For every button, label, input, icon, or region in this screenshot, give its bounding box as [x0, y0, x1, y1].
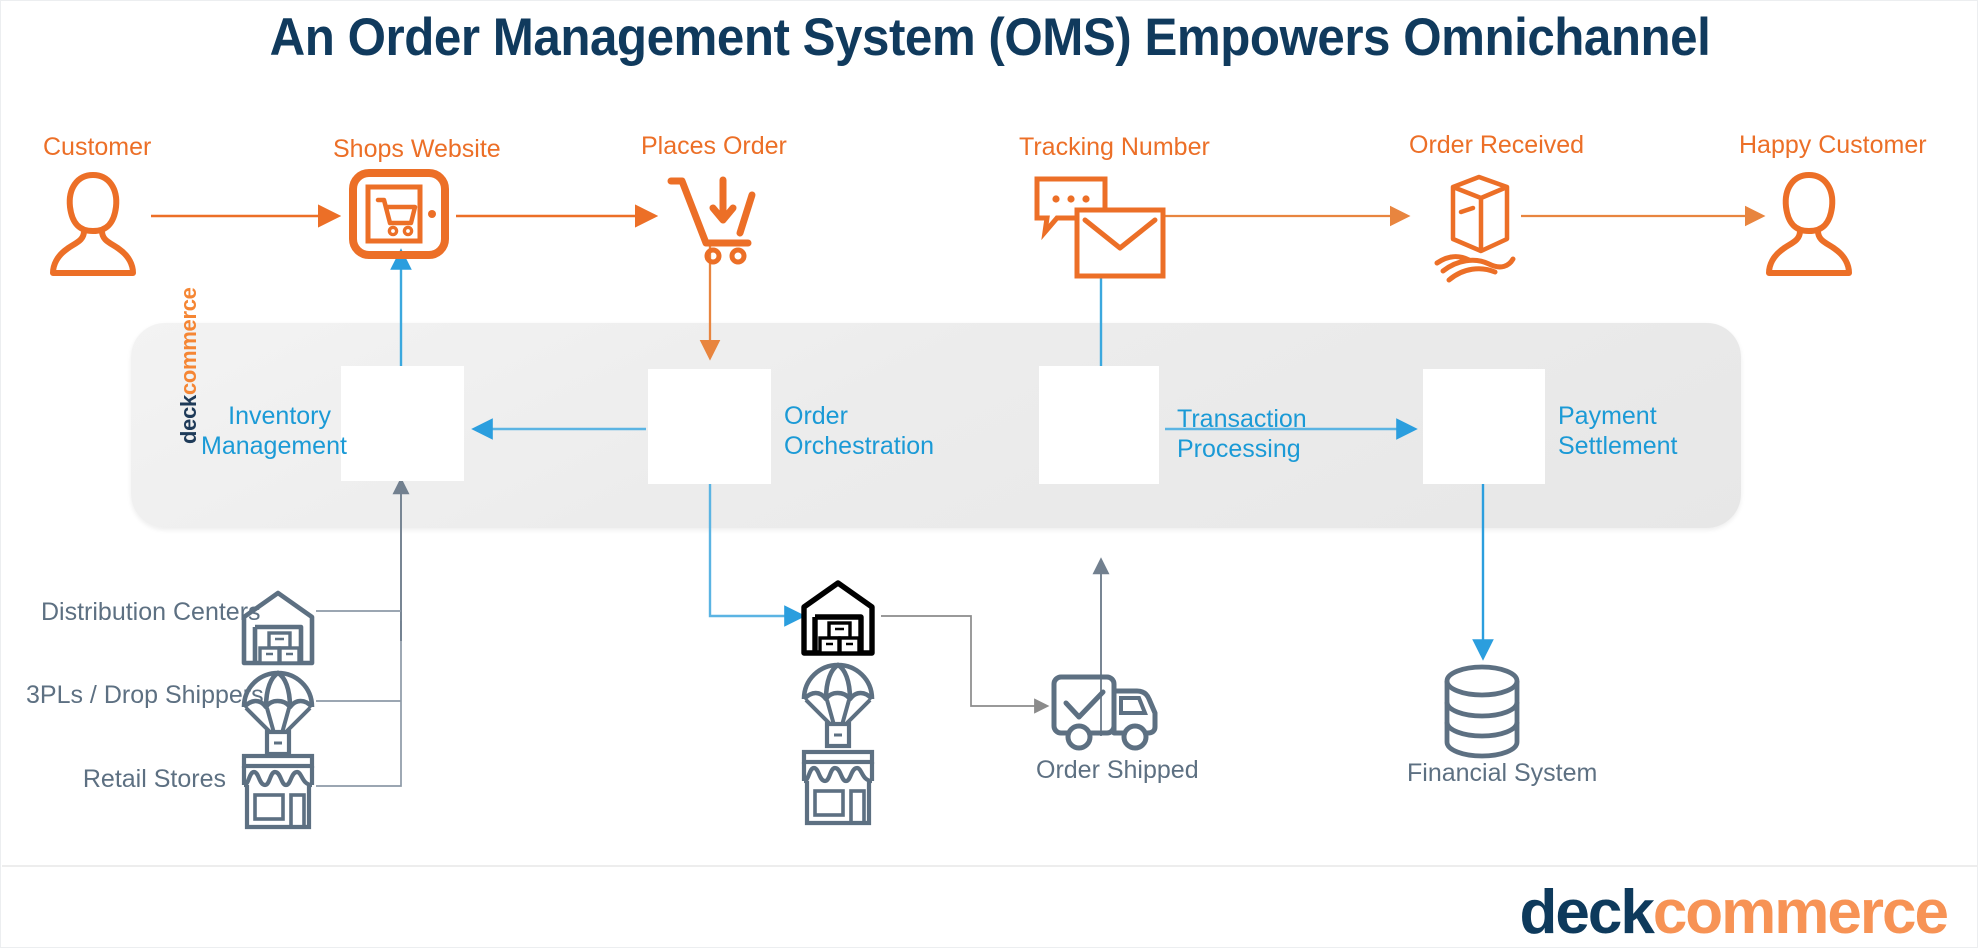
brand-deck: deck — [176, 395, 201, 444]
diagram-canvas: An Order Management System (OMS) Empower… — [0, 0, 1978, 948]
module-label-line1: Inventory — [228, 402, 331, 430]
storefront-icon — [241, 753, 315, 830]
database-cylinder-icon — [1444, 664, 1520, 759]
chat-envelope-icon — [1034, 176, 1166, 279]
footer-divider — [2, 865, 1978, 867]
module-label-line2: Settlement — [1558, 432, 1678, 460]
module-label-inventory-management: Inventory Management — [201, 401, 347, 461]
financial-system-label: Financial System — [1407, 759, 1598, 787]
shopping-cart-download-icon — [667, 176, 756, 265]
inventory-icon-card — [341, 366, 464, 481]
module-label-line2: Processing — [1177, 435, 1301, 463]
deckcommerce-vertical-logo: deckcommerce — [176, 287, 204, 444]
order-shipped-label: Order Shipped — [1036, 756, 1199, 784]
tablet-cart-icon — [349, 169, 449, 259]
orchestration-icon-card — [648, 369, 771, 484]
module-label-line1: Transaction — [1177, 405, 1307, 433]
top-step-label-shops-website: Shops Website — [333, 135, 501, 163]
top-step-label-order-received: Order Received — [1409, 131, 1585, 159]
footer-brand-commerce: commerce — [1652, 878, 1949, 947]
transaction-icon-card — [1039, 366, 1159, 484]
top-step-label-places-order: Places Order — [641, 132, 787, 160]
module-label-transaction-processing: Transaction Processing — [1177, 404, 1307, 464]
module-label-line2: Orchestration — [784, 432, 935, 460]
source-label-3pls-drop-shippers: 3PLs / Drop Shippers — [26, 681, 264, 709]
parachute-package-icon — [801, 662, 875, 749]
module-label-line2: Management — [201, 432, 347, 460]
payment-icon-card — [1423, 369, 1545, 484]
delivery-truck-check-icon — [1051, 674, 1158, 751]
page-title: An Order Management System (OMS) Empower… — [269, 8, 1711, 67]
person-icon — [50, 172, 136, 276]
module-label-order-orchestration: Order Orchestration — [784, 401, 934, 461]
top-step-label-happy-customer: Happy Customer — [1739, 131, 1927, 159]
source-label-distribution-centers: Distribution Centers — [41, 598, 261, 626]
brand-commerce: commerce — [176, 287, 201, 396]
module-label-line1: Payment — [1558, 402, 1657, 430]
module-label-payment-settlement: Payment Settlement — [1558, 401, 1678, 461]
top-step-label-tracking-number: Tracking Number — [1019, 133, 1210, 161]
storefront-icon — [801, 749, 875, 826]
person-icon — [1766, 172, 1852, 276]
source-label-retail-stores: Retail Stores — [82, 765, 226, 793]
top-step-label-customer: Customer — [43, 133, 152, 161]
footer-brand-deck: deck — [1519, 878, 1654, 947]
deckcommerce-logo: deckcommerce — [1519, 877, 1949, 948]
package-in-hand-icon — [1434, 174, 1516, 283]
warehouse-icon-active — [801, 580, 875, 656]
module-label-line1: Order — [784, 402, 848, 430]
